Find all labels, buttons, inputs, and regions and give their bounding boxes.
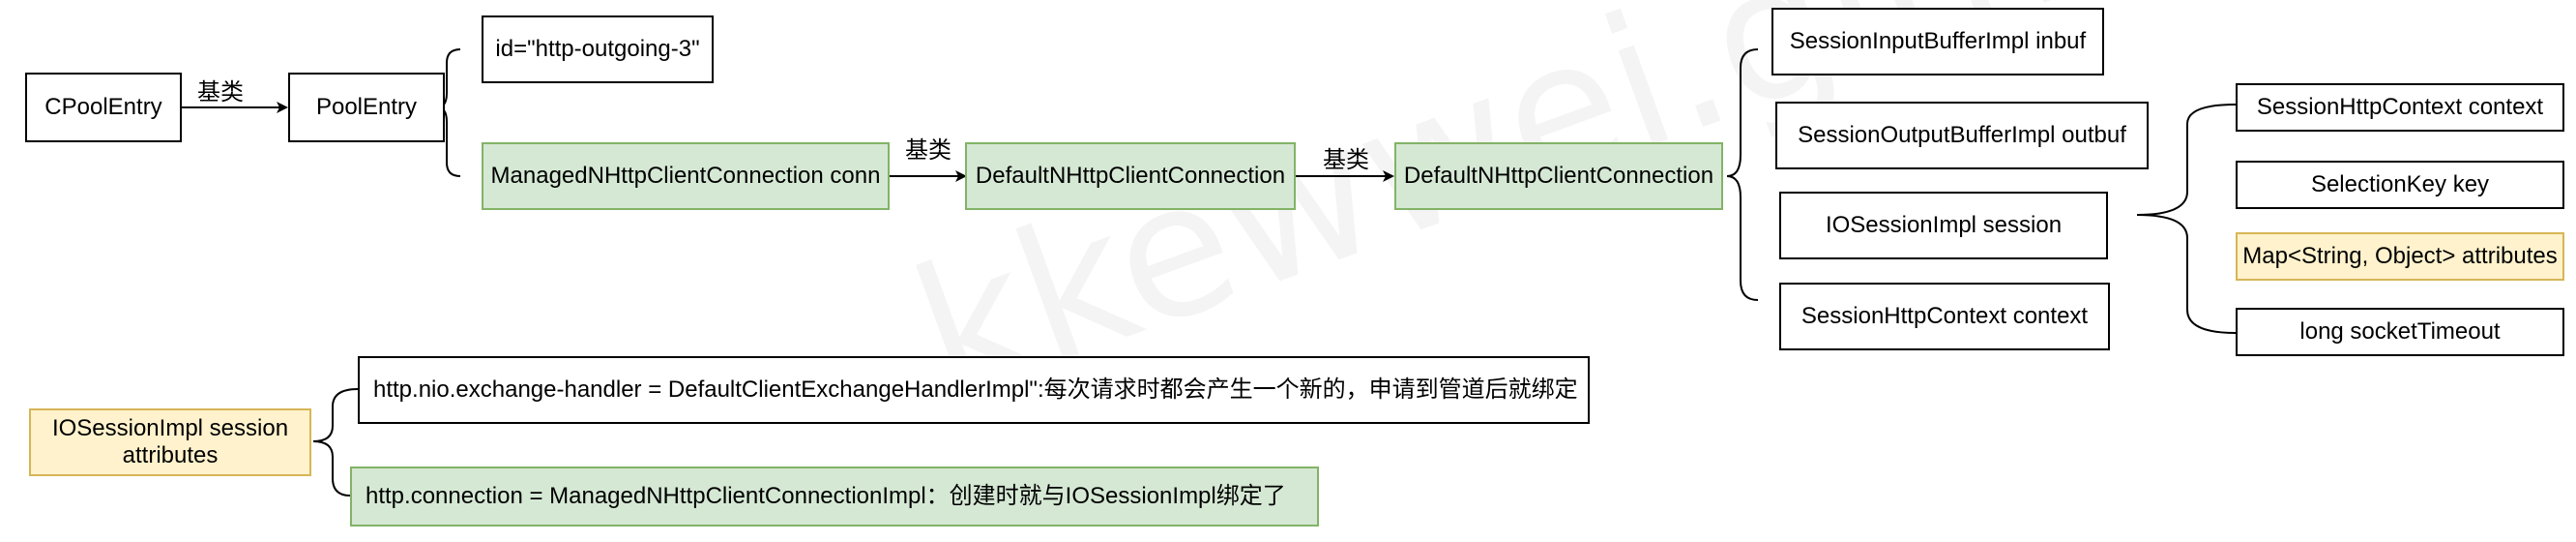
- iosession-node: IOSessionImpl session: [1779, 192, 2108, 259]
- input-buffer-node: SessionInputBufferImpl inbuf: [1771, 8, 2104, 75]
- edge-label-default-to-default: 基类: [1323, 147, 1369, 173]
- selection-key-node: SelectionKey key: [2236, 161, 2564, 209]
- brace-default-conn: [1726, 48, 1759, 301]
- http-context-node: SessionHttpContext context: [1779, 283, 2110, 350]
- id-attribute-node: id="http-outgoing-3": [482, 15, 714, 83]
- session-http-context-node: SessionHttpContext context: [2236, 83, 2564, 132]
- attributes-map-node: Map<String, Object> attributes: [2236, 232, 2564, 281]
- edge-label-managed-to-default: 基类: [905, 137, 951, 164]
- exchange-handler-node: http.nio.exchange-handler = DefaultClien…: [358, 356, 1590, 424]
- default-connection-node-1: DefaultNHttpClientConnection: [965, 142, 1296, 210]
- managed-connection-node: ManagedNHttpClientConnection conn: [482, 142, 890, 210]
- default-connection-node-2: DefaultNHttpClientConnection: [1394, 142, 1723, 210]
- http-connection-node: http.connection = ManagedNHttpClientConn…: [350, 467, 1319, 527]
- cpool-entry-node: CPoolEntry: [25, 73, 182, 142]
- output-buffer-node: SessionOutputBufferImpl outbuf: [1775, 102, 2149, 169]
- brace-iosession: [2136, 104, 2237, 334]
- iosession-attributes-node: IOSessionImpl session attributes: [29, 408, 311, 476]
- socket-timeout-node: long socketTimeout: [2236, 308, 2564, 356]
- pool-entry-node: PoolEntry: [288, 73, 445, 142]
- edge-label-cpool-to-pool: 基类: [197, 79, 244, 105]
